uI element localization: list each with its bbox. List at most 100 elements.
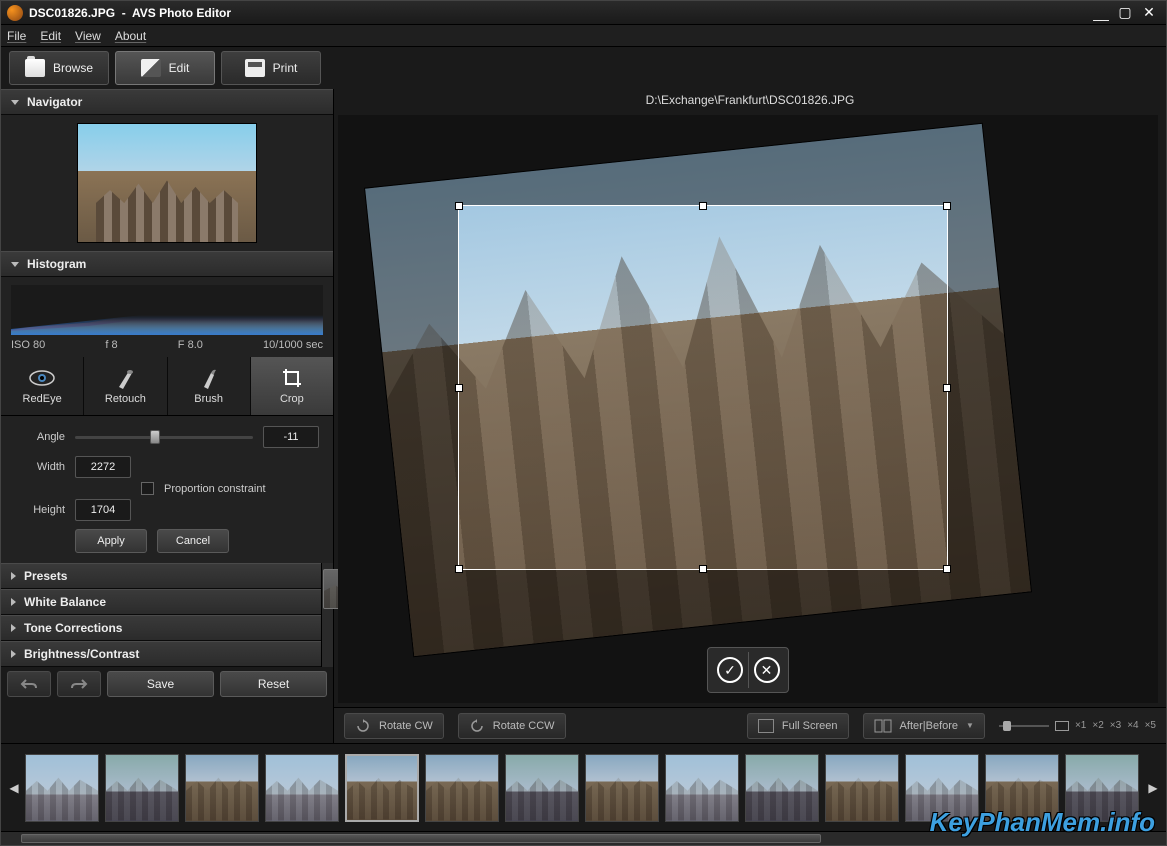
undo-button[interactable] [7, 671, 51, 697]
thumbnav-prev[interactable]: ◀ [7, 753, 21, 823]
cancel-button[interactable]: Cancel [157, 529, 229, 553]
thumbnail-item[interactable] [985, 754, 1059, 822]
thumbnail-item[interactable] [825, 754, 899, 822]
zoom-x3[interactable]: ×3 [1110, 720, 1121, 731]
thumbnail-item[interactable] [905, 754, 979, 822]
main-toolbar: Browse Edit Print [1, 47, 1166, 89]
print-button[interactable]: Print [221, 51, 321, 85]
tool-crop[interactable]: Crop [251, 357, 333, 415]
zoom-fit-icon[interactable] [1055, 721, 1069, 731]
crop-handle-tr[interactable] [943, 202, 951, 210]
crop-rectangle[interactable] [458, 205, 948, 570]
thumbnail-item[interactable] [265, 754, 339, 822]
eye-icon [29, 367, 55, 389]
histogram-label: Histogram [27, 257, 86, 271]
rotate-ccw-button[interactable]: Rotate CCW [458, 713, 566, 739]
white-balance-header[interactable]: White Balance [1, 589, 321, 615]
tool-brush[interactable]: Brush [168, 357, 251, 415]
menu-view[interactable]: View [75, 29, 101, 43]
edit-button[interactable]: Edit [115, 51, 215, 85]
angle-slider[interactable] [75, 428, 253, 446]
confirm-button[interactable]: ✓ [712, 652, 748, 688]
navigator-header[interactable]: Navigator [1, 89, 333, 115]
brightness-label: Brightness/Contrast [24, 647, 139, 661]
zoom-x2[interactable]: ×2 [1092, 720, 1103, 731]
angle-label: Angle [15, 431, 65, 443]
thumbnail-item[interactable] [505, 754, 579, 822]
width-input[interactable] [75, 456, 131, 478]
proportion-checkbox[interactable] [141, 482, 154, 495]
thumbnail-item[interactable] [1065, 754, 1139, 822]
rotate-cw-button[interactable]: Rotate CW [344, 713, 444, 739]
thumbnail-item[interactable] [745, 754, 819, 822]
after-before-label: After|Before [900, 720, 959, 732]
window-title: DSC01826.JPG - AVS Photo Editor [29, 6, 1090, 20]
crop-handle-l[interactable] [455, 384, 463, 392]
minimize-button[interactable]: __ [1090, 5, 1112, 21]
thumbnail-item[interactable] [665, 754, 739, 822]
close-button[interactable]: ✕ [1138, 5, 1160, 21]
folder-icon [25, 59, 45, 77]
confirm-bar: ✓ ✕ [707, 647, 789, 693]
thumbnail-item-selected[interactable] [345, 754, 419, 822]
thumbnav-next[interactable]: ▶ [1146, 753, 1160, 823]
save-button[interactable]: Save [107, 671, 214, 697]
titlebar: DSC01826.JPG - AVS Photo Editor __ ▢ ✕ [1, 1, 1166, 25]
tool-redeye[interactable]: RedEye [1, 357, 84, 415]
thumbnail-item[interactable] [425, 754, 499, 822]
fullscreen-icon [758, 719, 774, 733]
zoom-slider[interactable] [999, 719, 1049, 733]
dropdown-icon: ▼ [966, 721, 974, 730]
crop-handle-t[interactable] [699, 202, 707, 210]
navigator-body [1, 115, 333, 251]
brightness-header[interactable]: Brightness/Contrast [1, 641, 321, 667]
menu-file[interactable]: File [7, 29, 26, 43]
white-balance-label: White Balance [24, 595, 106, 609]
maximize-button[interactable]: ▢ [1114, 5, 1136, 21]
thumbnail-item[interactable] [25, 754, 99, 822]
angle-input[interactable] [263, 426, 319, 448]
navigator-label: Navigator [27, 95, 82, 109]
zoom-x1[interactable]: ×1 [1075, 720, 1086, 731]
after-before-button[interactable]: After|Before ▼ [863, 713, 985, 739]
chevron-down-icon [11, 262, 19, 267]
tool-retouch[interactable]: Retouch [84, 357, 167, 415]
apply-button[interactable]: Apply [75, 529, 147, 553]
browse-button[interactable]: Browse [9, 51, 109, 85]
presets-header[interactable]: Presets [1, 563, 321, 589]
crop-handle-bl[interactable] [455, 565, 463, 573]
menu-about[interactable]: About [115, 29, 146, 43]
browse-label: Browse [53, 61, 93, 75]
thumbnail-item[interactable] [185, 754, 259, 822]
zoom-x5[interactable]: ×5 [1145, 720, 1156, 731]
histogram-header[interactable]: Histogram [1, 251, 333, 277]
menu-edit[interactable]: Edit [40, 29, 61, 43]
zoom-x4[interactable]: ×4 [1127, 720, 1138, 731]
height-input[interactable] [75, 499, 131, 521]
left-panel: Navigator Histogram ISO 80 f 8 F 8.0 [1, 89, 334, 743]
bottom-scrollbar[interactable] [1, 831, 1166, 845]
tone-header[interactable]: Tone Corrections [1, 615, 321, 641]
cancel-crop-button[interactable]: ✕ [748, 652, 784, 688]
crop-handle-b[interactable] [699, 565, 707, 573]
thumbnail-item[interactable] [105, 754, 179, 822]
fullscreen-label: Full Screen [782, 720, 838, 732]
redeye-label: RedEye [23, 393, 62, 405]
rotate-cw-label: Rotate CW [379, 720, 433, 732]
compare-icon [874, 719, 892, 733]
edit-icon [141, 59, 161, 77]
histo-aperture1: f 8 [105, 339, 117, 351]
canvas[interactable]: ✓ ✕ [338, 115, 1158, 703]
crop-handle-br[interactable] [943, 565, 951, 573]
rotate-ccw-label: Rotate CCW [493, 720, 555, 732]
thumbnail-item[interactable] [585, 754, 659, 822]
redo-button[interactable] [57, 671, 101, 697]
sidebar-scrollbar[interactable] [321, 563, 333, 667]
crop-handle-r[interactable] [943, 384, 951, 392]
histo-iso: ISO 80 [11, 339, 45, 351]
fullscreen-button[interactable]: Full Screen [747, 713, 849, 739]
navigator-thumbnail[interactable] [77, 123, 257, 243]
reset-button[interactable]: Reset [220, 671, 327, 697]
crop-handle-tl[interactable] [455, 202, 463, 210]
rotate-cw-icon [355, 718, 371, 734]
